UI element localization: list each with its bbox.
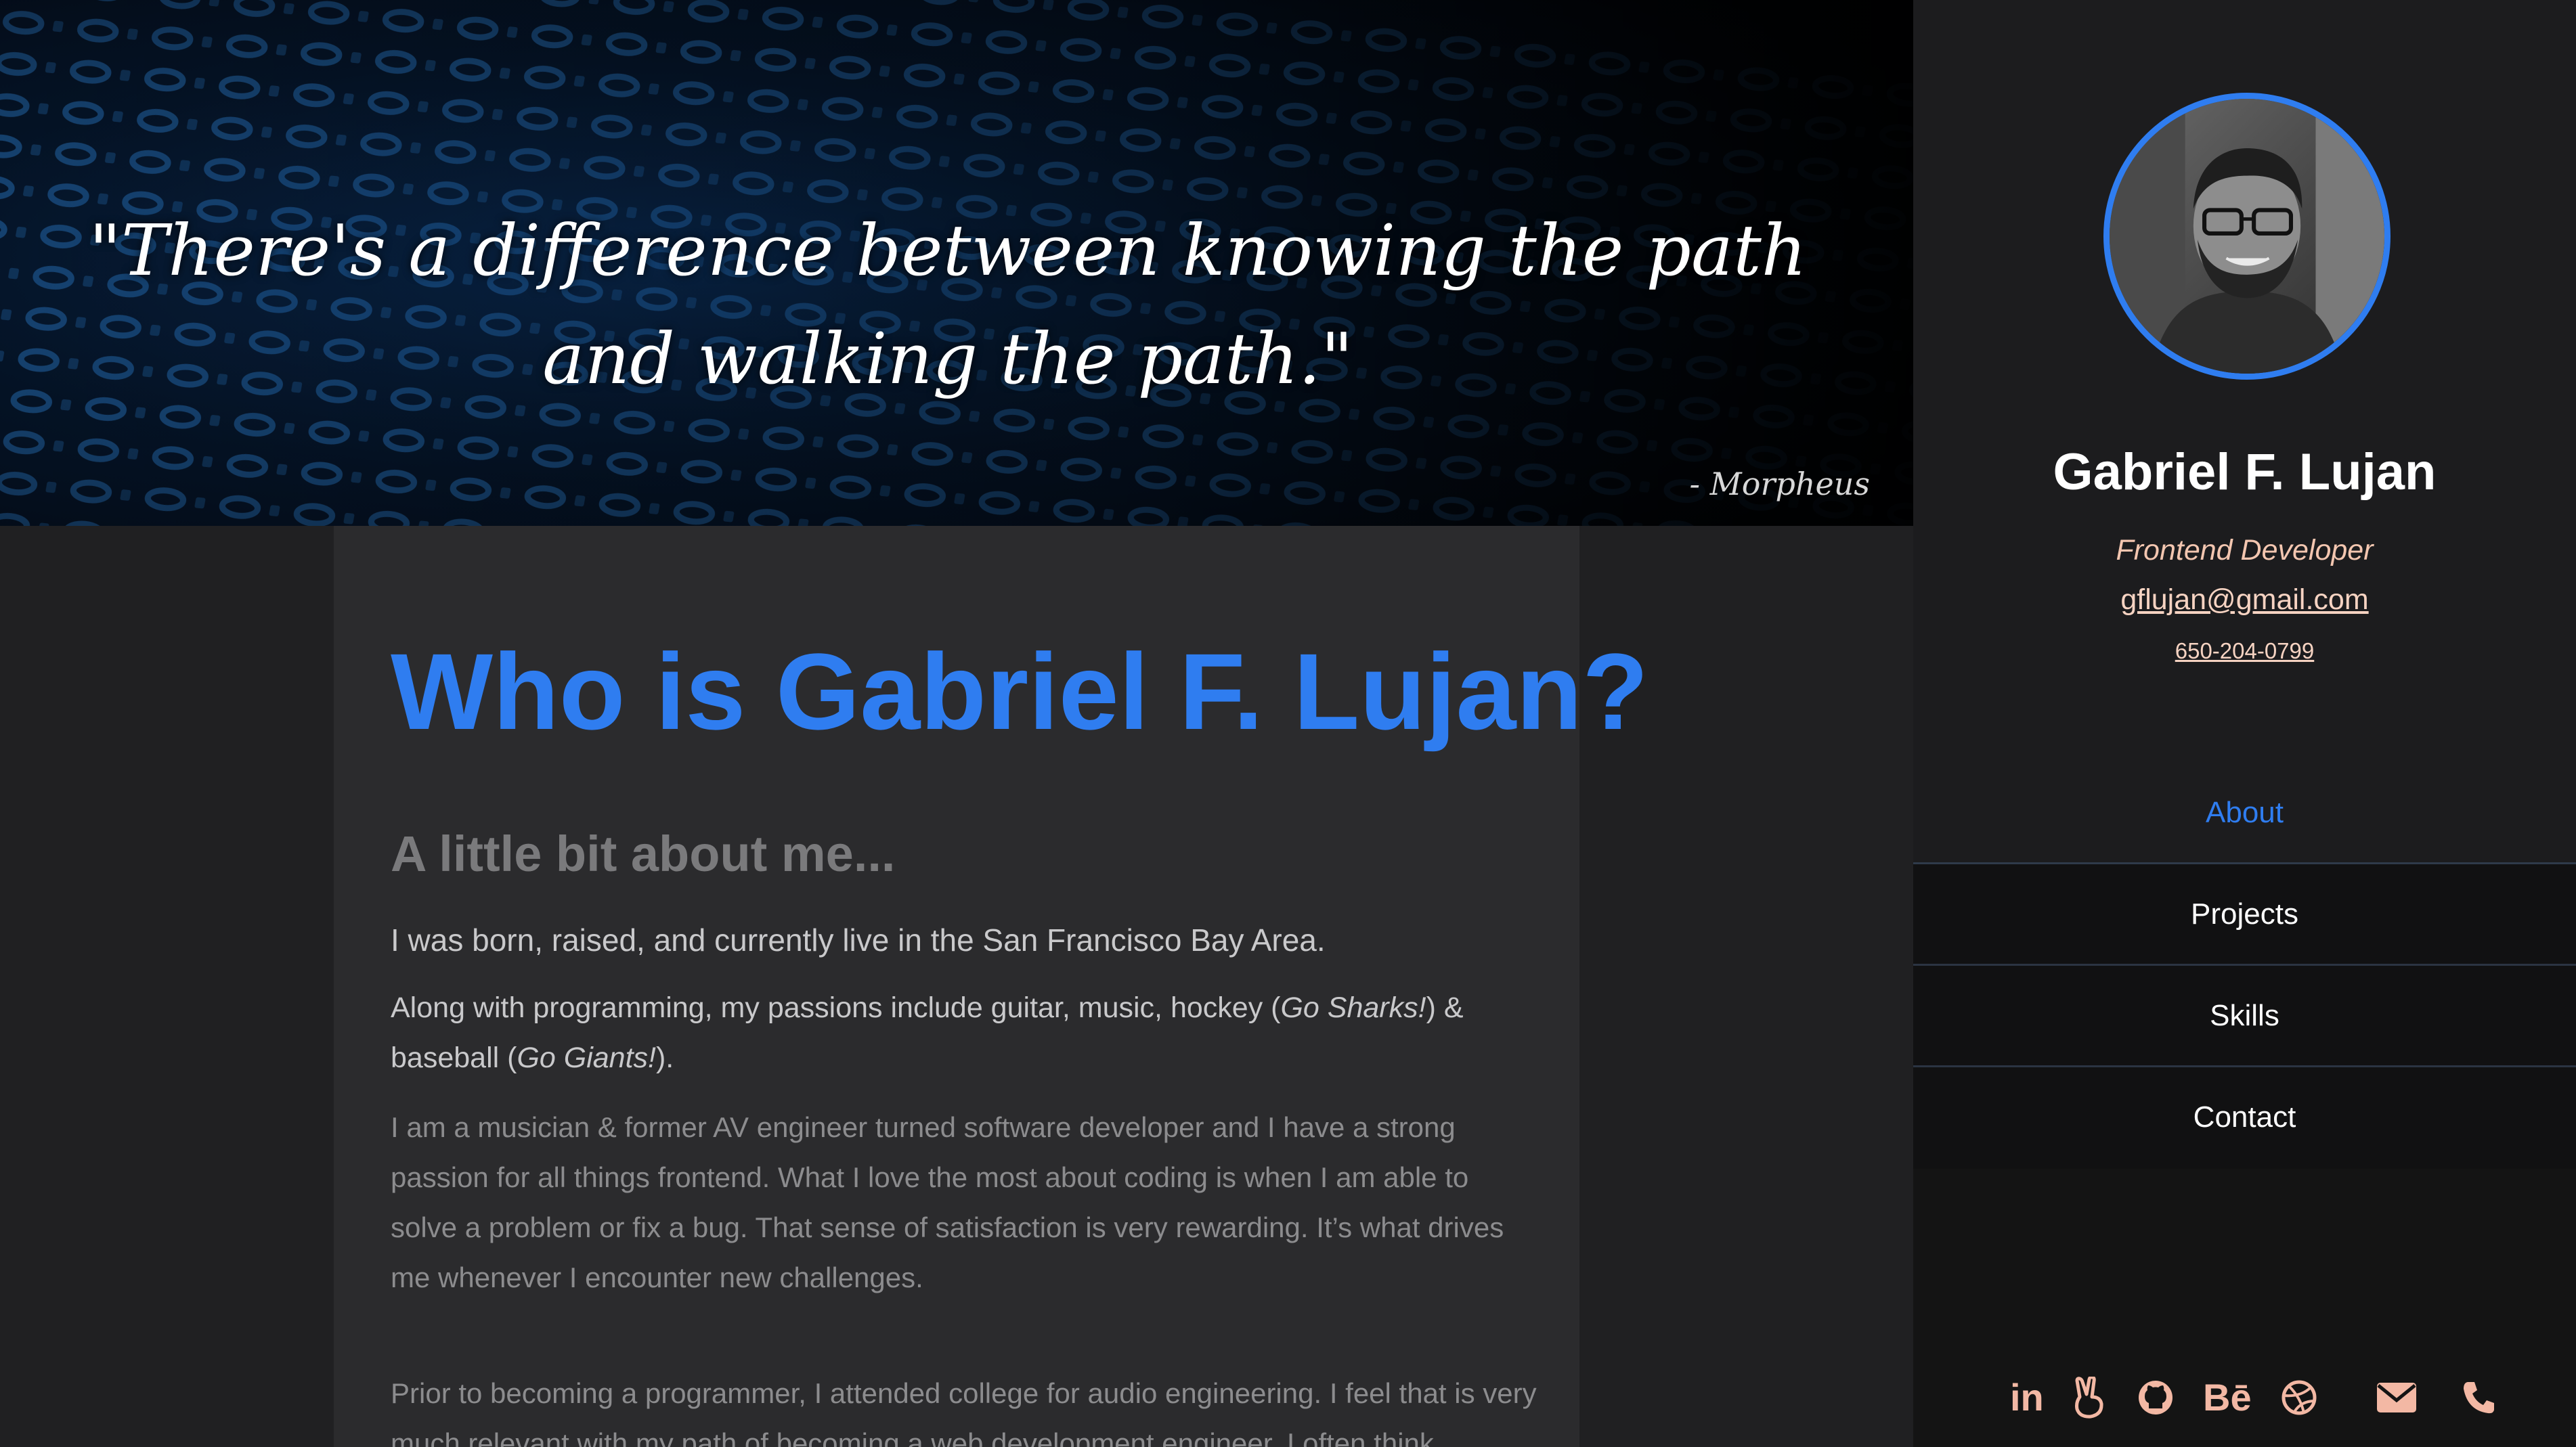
about-card: Who is Gabriel F. Lujan? A little bit ab… [334, 526, 1649, 1447]
hero-quote: "There's a difference between knowing th… [89, 209, 1807, 400]
avatar-photo [2110, 99, 2384, 374]
email-icon-graphic [2377, 1383, 2416, 1412]
profile-role: Frontend Developer [2116, 534, 2374, 566]
hero-banner: "There's a difference between knowing th… [0, 0, 1913, 526]
phone-icon-graphic [2464, 1382, 2494, 1414]
go-sharks-text: Go Sharks! [1280, 992, 1426, 1024]
nav-item-projects[interactable]: Projects [1913, 864, 2576, 966]
about-subheading: A little bit about me... [391, 826, 896, 882]
profile-email: gflujan@gmail.com [1913, 581, 2576, 619]
dribbble-icon-graphic [2282, 1380, 2317, 1415]
linkedin-icon[interactable]: in [2010, 1374, 2044, 1421]
profile-phone: 650-204-0799 [1913, 636, 2576, 666]
social-links: in Bē [1913, 1374, 2576, 1428]
about-heading: Who is Gabriel F. Lujan? [391, 631, 1649, 752]
github-icon[interactable] [2137, 1374, 2175, 1421]
linkedin-icon-text: in [2010, 1376, 2044, 1419]
profile-card: Gabriel F. Lujan Frontend Developer gflu… [1913, 0, 2576, 763]
dribbble-icon[interactable] [2281, 1374, 2317, 1421]
behance-icon[interactable]: Bē [2203, 1374, 2252, 1421]
angellist-icon-graphic [2075, 1377, 2103, 1419]
about-paragraph-hometown: I was born, raised, and currently live i… [391, 922, 1326, 958]
nav-item-contact[interactable]: Contact [1913, 1067, 2576, 1169]
nav-item-skills[interactable]: Skills [1913, 966, 2576, 1067]
sidebar-nav: About Projects Skills Contact [1913, 763, 2576, 1169]
angellist-icon[interactable] [2073, 1374, 2104, 1421]
profile-name: Gabriel F. Lujan [2053, 443, 2437, 501]
phone-icon[interactable] [2462, 1374, 2495, 1421]
about-paragraph-education: Prior to becoming a programmer, I attend… [391, 1377, 1537, 1447]
email-icon[interactable] [2377, 1374, 2416, 1421]
main-content: Who is Gabriel F. Lujan? A little bit ab… [0, 526, 1913, 1447]
passions-text-end: ). [655, 1042, 674, 1074]
page: "There's a difference between knowing th… [0, 0, 2576, 1447]
sidebar: Gabriel F. Lujan Frontend Developer gflu… [1913, 0, 2576, 1447]
go-giants-text: Go Giants! [517, 1042, 656, 1074]
passions-text-start: Along with programming, my passions incl… [391, 992, 1281, 1024]
email-link[interactable]: gflujan@gmail.com [2120, 583, 2368, 616]
about-paragraph-passions: Along with programming, my passions incl… [391, 983, 1542, 1083]
hero-quote-author: - Morpheus [1689, 466, 1870, 502]
phone-link[interactable]: 650-204-0799 [2175, 638, 2315, 663]
avatar [2103, 93, 2391, 380]
nav-item-about[interactable]: About [1913, 763, 2576, 864]
about-paragraph-career: I am a musician & former AV engineer tur… [391, 1111, 1504, 1293]
behance-icon-text: Bē [2203, 1376, 2252, 1419]
github-icon-graphic [2139, 1381, 2173, 1415]
